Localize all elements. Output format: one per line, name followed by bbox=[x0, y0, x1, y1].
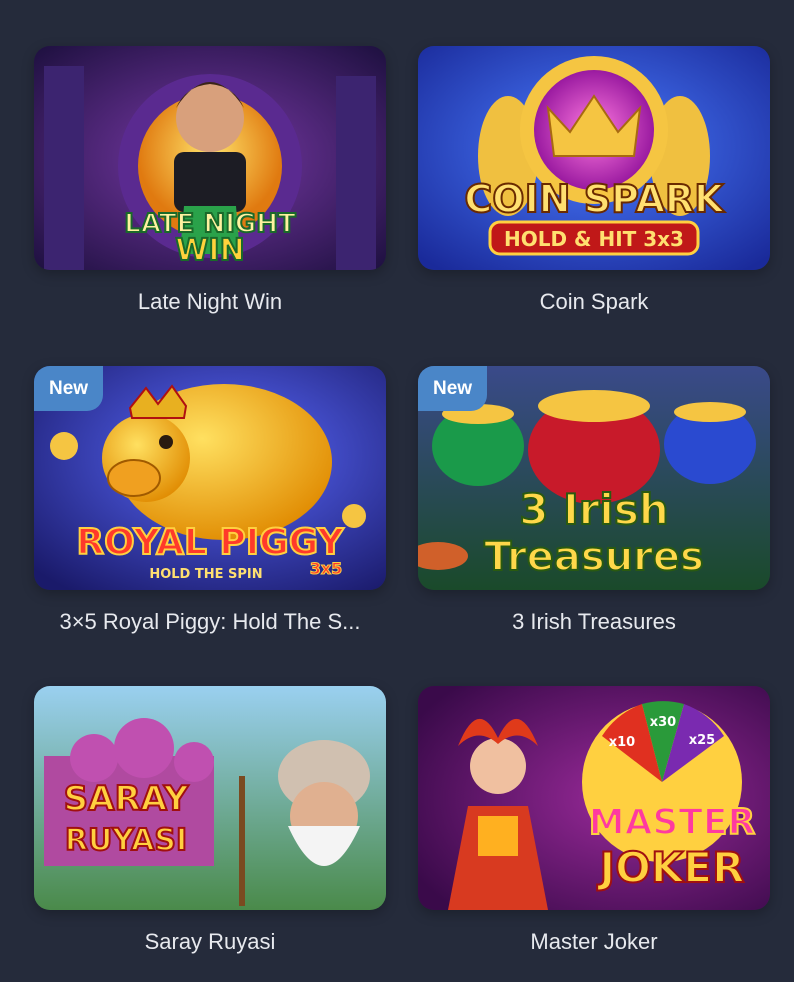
game-card-coin-spark[interactable]: COIN SPARK HOLD & HIT 3x3 Coin Spark bbox=[418, 46, 770, 315]
game-thumbnail[interactable]: COIN SPARK HOLD & HIT 3x3 bbox=[418, 46, 770, 270]
new-badge: New bbox=[418, 366, 488, 411]
game-thumbnail[interactable]: x10 x30 x25 MASTER JOKER bbox=[418, 686, 770, 910]
art-title-line-2: JOKER bbox=[597, 843, 745, 892]
game-card-master-joker[interactable]: x10 x30 x25 MASTER JOKER Master Joker bbox=[418, 686, 770, 955]
art-title-line-2: Treasures bbox=[484, 534, 704, 580]
game-card-saray-ruyasi[interactable]: SARAY RUYASI Saray Ruyasi bbox=[34, 686, 386, 955]
late-night-win-artwork: LATE NIGHT WIN bbox=[34, 46, 386, 270]
wheel-label-2: x30 bbox=[650, 715, 676, 730]
coin-spark-artwork: COIN SPARK HOLD & HIT 3x3 bbox=[418, 46, 770, 270]
art-title-line-2: RUYASI bbox=[65, 823, 187, 858]
art-title-line-2: HOLD & HIT 3x3 bbox=[504, 227, 684, 251]
game-title[interactable]: Late Night Win bbox=[34, 289, 386, 315]
art-title-line-1: SARAY bbox=[64, 779, 189, 819]
art-title-line-2: WIN bbox=[175, 233, 244, 268]
game-thumbnail[interactable]: 3 Irish Treasures New bbox=[418, 366, 770, 590]
game-title[interactable]: Master Joker bbox=[418, 929, 770, 955]
art-title-line-2: HOLD THE SPIN bbox=[149, 567, 262, 582]
art-title-line-1: ROYAL PIGGY bbox=[76, 522, 344, 563]
art-title-line-1: 3 Irish bbox=[519, 485, 668, 534]
game-title[interactable]: Coin Spark bbox=[418, 289, 770, 315]
art-title-line-1: MASTER bbox=[589, 802, 755, 843]
game-card-late-night-win[interactable]: LATE NIGHT WIN Late Night Win bbox=[34, 46, 386, 315]
master-joker-artwork: x10 x30 x25 MASTER JOKER bbox=[418, 686, 770, 910]
game-card-royal-piggy[interactable]: ROYAL PIGGY HOLD THE SPIN 3x5 New 3×5 Ro… bbox=[34, 366, 386, 635]
new-badge: New bbox=[34, 366, 104, 411]
game-thumbnail[interactable]: LATE NIGHT WIN bbox=[34, 46, 386, 270]
saray-ruyasi-artwork: SARAY RUYASI bbox=[34, 686, 386, 910]
wheel-label-3: x25 bbox=[689, 733, 715, 748]
game-thumbnail[interactable]: ROYAL PIGGY HOLD THE SPIN 3x5 New bbox=[34, 366, 386, 590]
wheel-label-1: x10 bbox=[609, 735, 635, 750]
game-title[interactable]: 3 Irish Treasures bbox=[418, 609, 770, 635]
game-grid: LATE NIGHT WIN Late Night Win COIN SPARK… bbox=[0, 0, 794, 982]
game-title[interactable]: Saray Ruyasi bbox=[34, 929, 386, 955]
art-title-line-1: COIN SPARK bbox=[464, 177, 725, 221]
game-title[interactable]: 3×5 Royal Piggy: Hold The S... bbox=[34, 609, 386, 635]
game-thumbnail[interactable]: SARAY RUYASI bbox=[34, 686, 386, 910]
game-card-3-irish-treasures[interactable]: 3 Irish Treasures New 3 Irish Treasures bbox=[418, 366, 770, 635]
art-title-line-3: 3x5 bbox=[310, 559, 343, 578]
